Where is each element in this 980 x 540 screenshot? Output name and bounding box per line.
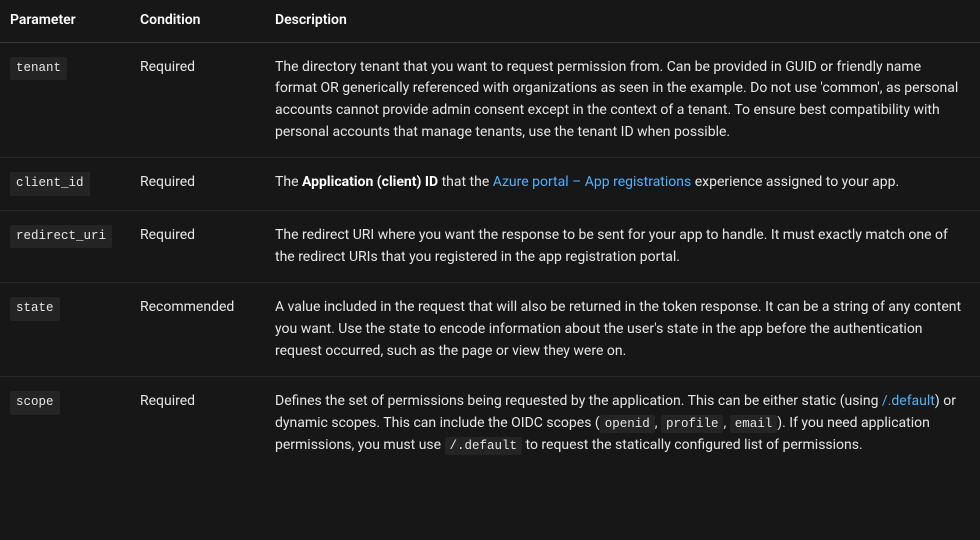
code-email: email (730, 415, 778, 433)
table-row: scope Required Defines the set of permis… (0, 377, 980, 471)
param-name: tenant (10, 57, 67, 80)
text-fragment: , (723, 415, 729, 431)
azure-portal-link[interactable]: Azure portal – App registrations (493, 174, 692, 190)
code-openid: openid (600, 415, 655, 433)
param-name: state (10, 297, 60, 320)
param-description: A value included in the request that wil… (265, 283, 980, 377)
table-header-row: Parameter Condition Description (0, 0, 980, 42)
text-fragment: experience assigned to your app. (691, 174, 899, 190)
table-row: redirect_uri Required The redirect URI w… (0, 210, 980, 282)
header-parameter: Parameter (0, 0, 130, 42)
text-fragment: to request the statically configured lis… (522, 437, 863, 453)
param-condition: Required (130, 42, 265, 158)
table-row: state Recommended A value included in th… (0, 283, 980, 377)
param-description: The Application (client) ID that the Azu… (265, 158, 980, 210)
param-name: redirect_uri (10, 225, 112, 248)
default-scope-link[interactable]: /.default (882, 393, 935, 409)
header-condition: Condition (130, 0, 265, 42)
param-condition: Required (130, 158, 265, 210)
text-fragment: that the (438, 174, 493, 190)
bold-text: Application (client) ID (302, 174, 438, 190)
param-condition: Required (130, 210, 265, 282)
parameters-table: Parameter Condition Description tenant R… (0, 0, 980, 470)
param-condition: Required (130, 377, 265, 471)
header-description: Description (265, 0, 980, 42)
param-description: The directory tenant that you want to re… (265, 42, 980, 158)
text-fragment: Defines the set of permissions being req… (275, 393, 882, 409)
table-row: client_id Required The Application (clie… (0, 158, 980, 210)
text-fragment: The (275, 174, 302, 190)
code-default: /.default (445, 437, 523, 455)
param-description: Defines the set of permissions being req… (265, 377, 980, 471)
param-name: client_id (10, 172, 90, 195)
code-profile: profile (661, 415, 724, 433)
param-name: scope (10, 391, 60, 414)
param-condition: Recommended (130, 283, 265, 377)
table-row: tenant Required The directory tenant tha… (0, 42, 980, 158)
param-description: The redirect URI where you want the resp… (265, 210, 980, 282)
